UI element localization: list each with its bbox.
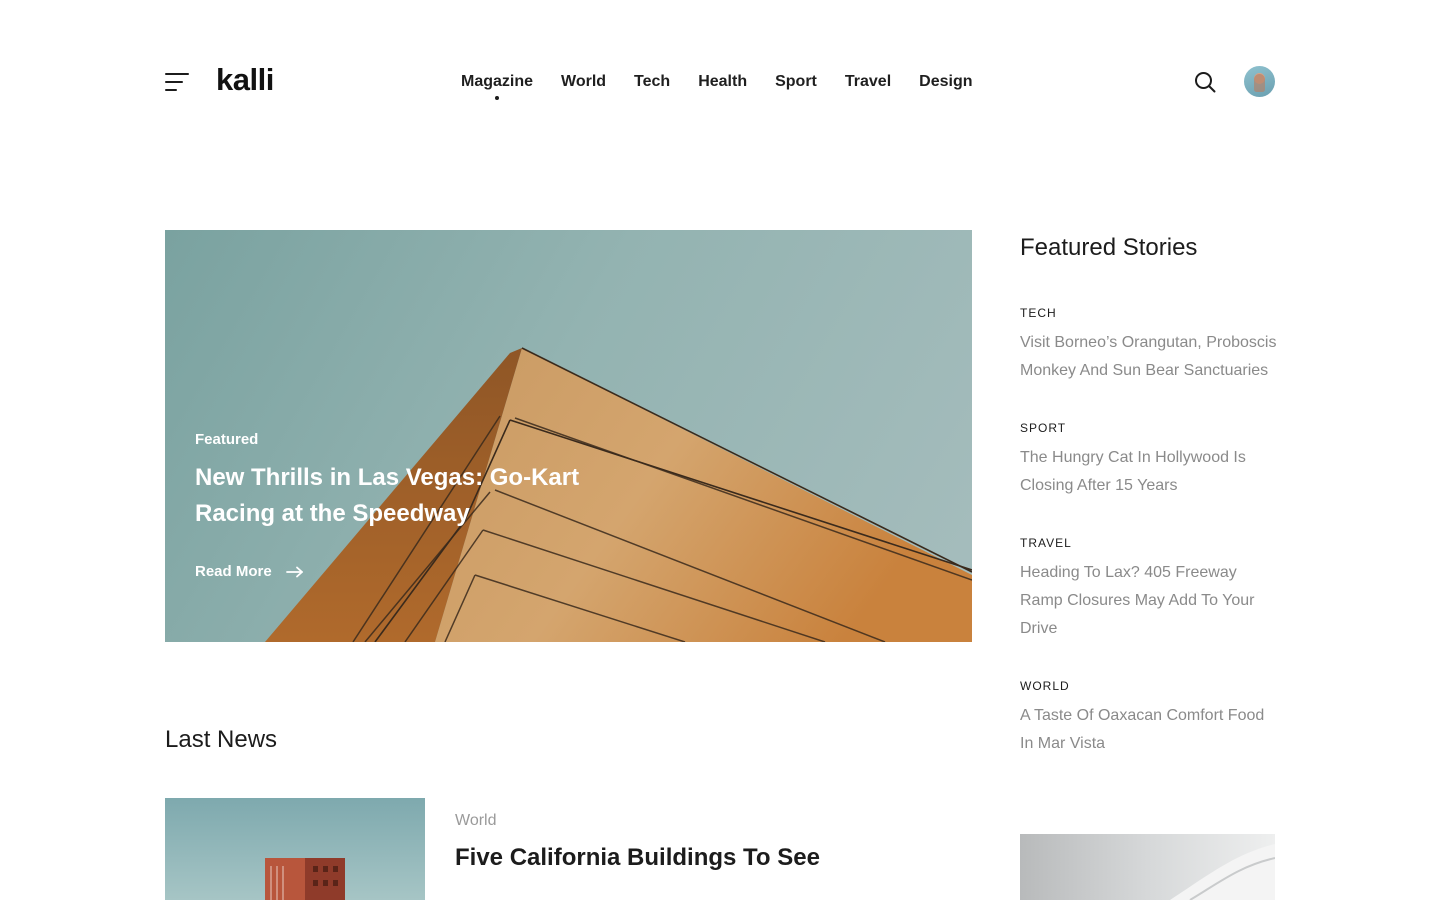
- abstract-architecture-image: [1170, 844, 1275, 900]
- news-title[interactable]: Five California Buildings To See: [455, 844, 820, 872]
- nav-item-health[interactable]: Health: [684, 72, 761, 92]
- news-thumbnail[interactable]: [165, 798, 425, 900]
- featured-story-item[interactable]: SPORT The Hungry Cat In Hollywood Is Clo…: [1020, 420, 1280, 500]
- story-category[interactable]: WORLD: [1020, 678, 1280, 694]
- featured-hero-card[interactable]: Featured New Thrills in Las Vegas: Go-Ka…: [165, 230, 972, 642]
- nav-item-magazine[interactable]: Magazine: [447, 72, 547, 100]
- nav-item-world[interactable]: World: [547, 72, 620, 92]
- story-title[interactable]: Visit Borneo’s Orangutan, Proboscis Monk…: [1020, 329, 1280, 385]
- featured-stories-heading: Featured Stories: [1020, 234, 1198, 261]
- hero-title[interactable]: New Thrills in Las Vegas: Go-Kart Racing…: [195, 460, 635, 532]
- nav-item-travel[interactable]: Travel: [831, 72, 905, 92]
- news-category[interactable]: World: [455, 812, 497, 830]
- story-category[interactable]: SPORT: [1020, 420, 1280, 436]
- search-icon[interactable]: [1193, 70, 1217, 94]
- building-thumbnail-image: [265, 858, 345, 900]
- hamburger-menu-icon[interactable]: [165, 70, 189, 94]
- story-title[interactable]: A Taste Of Oaxacan Comfort Food In Mar V…: [1020, 702, 1280, 758]
- story-category[interactable]: TRAVEL: [1020, 535, 1280, 551]
- arrow-right-icon: [285, 566, 303, 577]
- featured-story-item[interactable]: WORLD A Taste Of Oaxacan Comfort Food In…: [1020, 678, 1280, 758]
- nav-item-sport[interactable]: Sport: [761, 72, 831, 92]
- nav-item-design[interactable]: Design: [905, 72, 986, 92]
- hero-category-label: Featured: [195, 431, 259, 448]
- featured-story-item[interactable]: TECH Visit Borneo’s Orangutan, Proboscis…: [1020, 305, 1280, 385]
- site-header: kalli Magazine World Tech Health Sport T…: [0, 0, 1440, 164]
- user-avatar[interactable]: [1244, 66, 1275, 97]
- read-more-label: Read More: [195, 563, 272, 580]
- hero-building-image: [265, 347, 972, 642]
- main-nav: Magazine World Tech Health Sport Travel …: [447, 72, 987, 100]
- story-title[interactable]: The Hungry Cat In Hollywood Is Closing A…: [1020, 444, 1280, 500]
- site-logo[interactable]: kalli: [216, 62, 274, 98]
- read-more-link[interactable]: Read More: [195, 563, 304, 580]
- last-news-heading: Last News: [165, 726, 278, 753]
- featured-story-item[interactable]: TRAVEL Heading To Lax? 405 Freeway Ramp …: [1020, 535, 1280, 643]
- story-title[interactable]: Heading To Lax? 405 Freeway Ramp Closure…: [1020, 559, 1280, 643]
- nav-item-tech[interactable]: Tech: [620, 72, 684, 92]
- story-category[interactable]: TECH: [1020, 305, 1280, 321]
- sidebar-thumbnail[interactable]: [1020, 834, 1275, 900]
